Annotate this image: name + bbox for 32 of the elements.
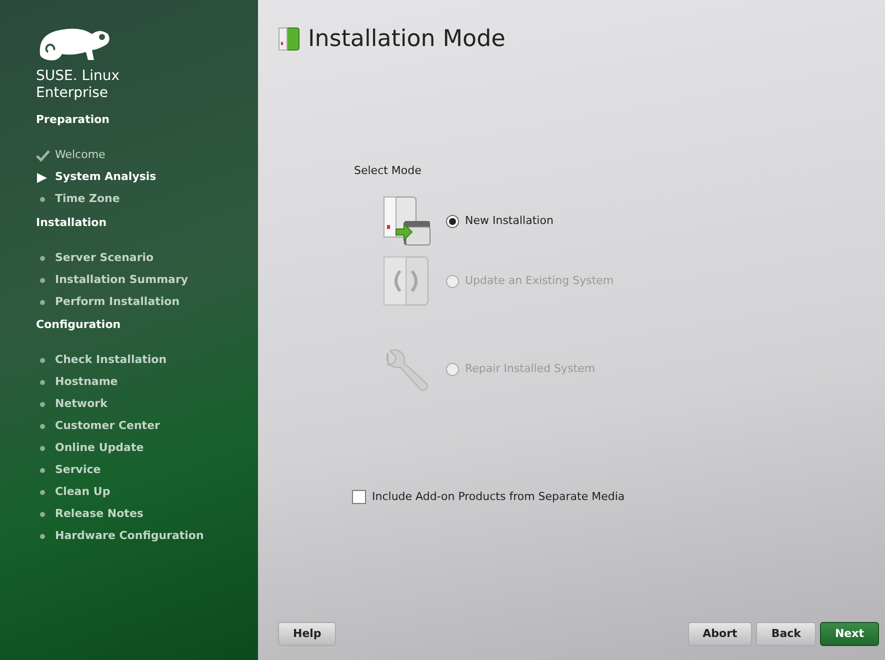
step-label: System Analysis [55, 169, 156, 186]
box-folder-icon [382, 195, 432, 247]
step-label: Release Notes [55, 506, 144, 522]
dialog-button[interactable]: Back [756, 622, 816, 646]
group-label: Select Mode [354, 162, 422, 178]
step-label: Check Installation [55, 352, 167, 368]
addon-checkbox[interactable]: Include Add-on Products from Separate Media [352, 489, 625, 506]
dialog-button[interactable]: Help [278, 622, 336, 646]
brand-text: SUSE. Linux [36, 68, 120, 85]
radio-icon[interactable] [446, 214, 459, 228]
step-label: Installation Summary [55, 272, 188, 288]
step-label: Service [55, 462, 101, 478]
page-title: Installation Mode [308, 25, 506, 54]
step-label: Hardware Configuration [55, 528, 204, 544]
step-label: Clean Up [55, 484, 110, 500]
step-label: Perform Installation [55, 294, 180, 310]
box-icon [278, 27, 300, 52]
section-heading: Installation [36, 214, 107, 230]
brand-text: Enterprise [36, 85, 108, 102]
section-heading: Preparation [36, 112, 110, 128]
step-label: Customer Center [55, 418, 160, 434]
step-label: Time Zone [55, 191, 120, 208]
section-heading: Configuration [36, 317, 121, 333]
step-label: Network [55, 396, 108, 412]
step-label: Online Update [55, 440, 144, 456]
radio-option[interactable]: New Installation [446, 212, 554, 230]
dialog-button[interactable]: Abort [688, 622, 752, 646]
dialog-button[interactable]: Next [820, 622, 879, 646]
step-label: Server Scenario [55, 250, 154, 266]
step-label: Welcome [55, 147, 106, 164]
checkbox-icon[interactable] [352, 490, 366, 504]
step-label: Hostname [55, 374, 118, 390]
